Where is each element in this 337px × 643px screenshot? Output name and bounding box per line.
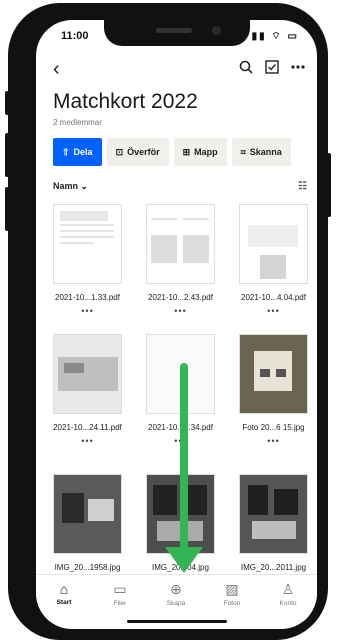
file-thumbnail — [53, 334, 122, 414]
file-name: Foto 20...6 15.jpg — [242, 423, 305, 432]
member-count[interactable]: 2 medlemmar — [53, 118, 102, 127]
chevron-down-icon: ⌄ — [80, 181, 89, 191]
tab-foton[interactable]: ▨ Foton — [204, 581, 260, 607]
upload-button[interactable]: ⊡ Överför — [106, 138, 169, 166]
tab-konto[interactable]: ♙ Konto — [260, 581, 316, 607]
chevron-left-icon[interactable]: ‹ — [53, 58, 60, 81]
photo-icon: ▨ — [225, 581, 239, 597]
file-name: 2021-10...1.33.pdf — [55, 293, 120, 302]
status-icons: ▮▮ ⌔ ▭ — [251, 31, 299, 42]
search-icon[interactable] — [239, 60, 253, 77]
status-time: 11:00 — [61, 30, 89, 42]
notch — [104, 20, 250, 46]
tab-label: Skapa — [166, 600, 186, 607]
camera — [212, 26, 221, 35]
plus-circle-icon: ⊕ — [170, 581, 182, 597]
file-name: 2021-10...2.43.pdf — [148, 293, 213, 302]
file-thumbnail — [239, 204, 308, 284]
home-icon: ⌂ — [59, 581, 69, 597]
annotation-arrow-shaft — [180, 363, 188, 551]
share-button[interactable]: ⇧ Dela — [53, 138, 102, 166]
share-label: Dela — [73, 147, 93, 157]
top-bar: ‹ — [36, 58, 317, 82]
select-checkbox-icon[interactable] — [265, 60, 279, 77]
tab-filer[interactable]: ▭ Filer — [92, 581, 148, 607]
share-icon: ⇧ — [62, 146, 70, 157]
upload-label: Överför — [127, 147, 160, 157]
volume-down-button — [5, 187, 9, 231]
tab-skapa[interactable]: ⊕ Skapa — [148, 581, 204, 607]
page-title: Matchkort 2022 — [53, 90, 198, 113]
speaker — [156, 28, 192, 33]
tab-bar: ⌂ Start ▭ Filer ⊕ Skapa ▨ Foton ♙ Konto — [36, 574, 317, 629]
annotation-arrow-head — [165, 547, 203, 573]
home-indicator — [127, 620, 227, 623]
file-thumbnail — [53, 204, 122, 284]
folder-icon: ▭ — [113, 581, 127, 597]
mute-switch — [5, 91, 9, 115]
file-more-button[interactable]: ••• — [134, 306, 227, 316]
file-thumbnail — [239, 474, 308, 554]
file-more-button[interactable]: ••• — [41, 436, 134, 446]
file-name: IMG_20...2011.jpg — [240, 563, 307, 572]
file-more-button[interactable]: ••• — [227, 306, 317, 316]
folder-label: Mapp — [194, 147, 218, 157]
more-icon[interactable] — [291, 60, 305, 77]
scan-label: Skanna — [249, 147, 282, 157]
scan-icon: ⌗ — [240, 146, 246, 157]
scan-button[interactable]: ⌗ Skanna — [231, 138, 291, 166]
file-more-button[interactable]: ••• — [227, 436, 317, 446]
folder-add-icon: ⊞ — [182, 146, 191, 157]
file-thumbnail — [146, 204, 215, 284]
person-icon: ♙ — [281, 581, 295, 597]
sort-dropdown[interactable]: Namn ⌄ — [53, 181, 88, 191]
file-thumbnail — [239, 334, 308, 414]
screen: 11:00 ▮▮ ⌔ ▭ ‹ Matchkort 2022 2 medlemma… — [36, 20, 317, 629]
file-more-button[interactable]: ••• — [41, 306, 134, 316]
sort-label: Namn — [53, 181, 79, 191]
new-folder-button[interactable]: ⊞ Mapp — [173, 138, 227, 166]
sort-bar: Namn ⌄ ☷ — [53, 181, 307, 195]
power-button — [327, 153, 331, 217]
volume-up-button — [5, 133, 9, 177]
file-name: IMG_20...1958.jpg — [54, 563, 121, 572]
file-name: 2021-10...4.04.pdf — [241, 293, 306, 302]
view-toggle-icon[interactable]: ☷ — [298, 181, 307, 192]
file-thumbnail — [53, 474, 122, 554]
tab-label: Konto — [279, 600, 297, 607]
tab-start[interactable]: ⌂ Start — [36, 581, 92, 606]
phone-frame: 11:00 ▮▮ ⌔ ▭ ‹ Matchkort 2022 2 medlemma… — [5, 3, 331, 640]
upload-icon: ⊡ — [115, 146, 124, 157]
file-name: 2021-10...24.11.pdf — [53, 423, 122, 432]
top-actions — [239, 60, 305, 77]
tab-label: Filer — [113, 600, 127, 607]
action-bar: ⇧ Dela ⊡ Överför ⊞ Mapp ⌗ Skanna — [53, 138, 291, 166]
tab-label: Start — [56, 599, 72, 606]
tab-label: Foton — [223, 600, 241, 607]
